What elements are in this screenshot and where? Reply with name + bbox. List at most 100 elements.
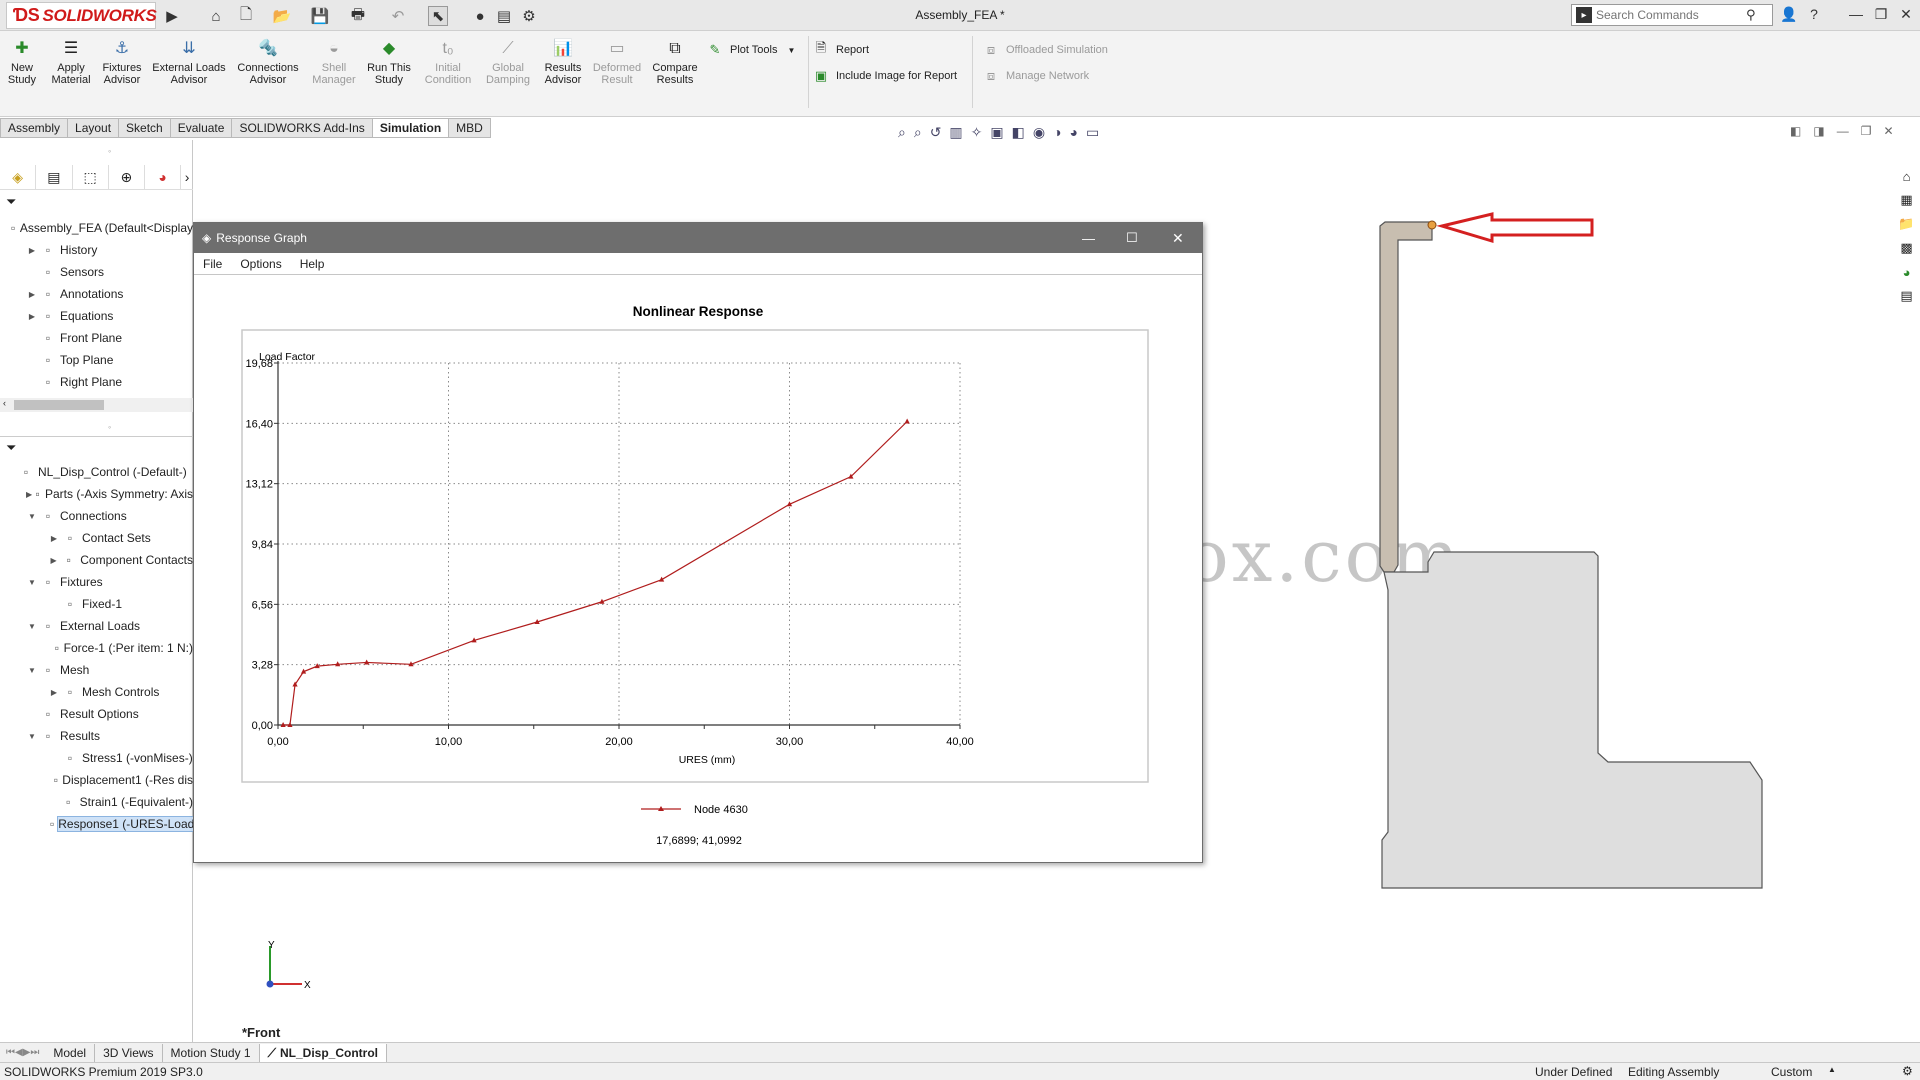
display-style-icon[interactable]: ◧ [1012,124,1025,141]
external-loads-advisor-button[interactable]: ⇊ External Loads Advisor [150,38,228,87]
viewport-minimize-icon[interactable]: — [1837,124,1849,138]
section-view-icon[interactable]: ▥ [949,124,962,141]
units-chevron-up-icon[interactable]: ▲ [1828,1065,1836,1074]
traffic-light-icon[interactable]: ● [470,6,490,26]
custom-properties-icon[interactable]: ▤ [1896,285,1918,307]
solidworks-resources-icon[interactable]: ⌂ [1896,165,1918,187]
tree-item[interactable]: ▫ Strain1 (-Equivalent-) [0,791,193,813]
tab-sketch[interactable]: Sketch [119,118,171,138]
filter-icon[interactable]: ⏷ [6,440,16,456]
plot-tools-button[interactable]: ✎ Plot Tools ▼ [706,41,796,59]
rebuild-icon[interactable]: ⚙ [1902,1064,1913,1078]
expand-right-icon[interactable]: ◨ [1813,124,1824,138]
zoom-to-fit-icon[interactable]: ⌕ [898,124,906,141]
dynamic-annotation-icon[interactable]: ✧ [971,124,983,141]
tree-item[interactable]: ▶ ▫ Component Contacts [0,549,193,571]
tree-item[interactable]: ▼ ▫ Fixtures [0,571,193,593]
tree-item[interactable]: ▶ ▫ Mesh Controls [0,681,193,703]
shell-manager-button[interactable]: ◒ Shell Manager [306,38,362,87]
splitter-grip-icon[interactable]: ◦ [108,146,111,156]
viewport-restore-icon[interactable]: ❐ [1861,124,1872,138]
tree-item[interactable]: ▫ Top Plane [0,349,193,371]
user-icon[interactable]: 👤 [1778,6,1800,23]
tab-assembly[interactable]: Assembly [0,118,69,138]
view-palette-icon[interactable]: ▩ [1896,237,1918,259]
minimize-icon[interactable]: — [1845,6,1867,22]
apply-scene-icon[interactable]: ◕ [1070,124,1078,141]
expand-arrow-icon[interactable]: ▶ [26,490,32,499]
connections-advisor-button[interactable]: 🔩 Connections Advisor [232,38,304,87]
deformed-result-button[interactable]: ▭ Deformed Result [590,38,644,87]
tab-model[interactable]: Model [45,1043,96,1062]
view-settings-icon[interactable]: ▭ [1086,124,1099,141]
fixtures-advisor-button[interactable]: ⚓ Fixtures Advisor [98,38,146,87]
viewport-close-icon[interactable]: ✕ [1883,124,1893,138]
collapse-arrow-icon[interactable]: ▼ [26,622,38,631]
graph-close-icon[interactable]: ✕ [1172,230,1184,247]
expand-arrow-icon[interactable]: ▶ [48,688,60,697]
save-icon[interactable]: 💾 [310,6,330,26]
help-icon[interactable]: ? [1803,6,1825,22]
tree-item[interactable]: ▶ ▫ Contact Sets [0,527,193,549]
splitter-grip-icon[interactable]: ◦ [108,422,111,432]
home-icon[interactable]: ⌂ [206,6,226,26]
tab-nl-disp-control[interactable]: ⟋ NL_Disp_Control [259,1043,388,1062]
tree-item[interactable]: ▶ ▫ Annotations [0,283,193,305]
tree-item[interactable]: ▼ ▫ Connections [0,505,193,527]
options-gear-icon[interactable]: ⚙ [519,6,539,26]
expand-arrow-icon[interactable]: ▶ [26,290,38,299]
collapse-arrow-icon[interactable]: ▼ [26,666,38,675]
zoom-to-area-icon[interactable]: ⌕ [914,124,922,141]
tree-item[interactable]: ▫ Front Plane [0,327,193,349]
chevron-down-icon[interactable]: ▼ [788,46,796,55]
appearances-icon[interactable]: ◕ [1896,261,1918,283]
collapse-arrow-icon[interactable]: ▼ [26,578,38,587]
tree-item[interactable]: ▫ Fixed-1 [0,593,193,615]
select-cursor-icon[interactable]: ⬉ [428,6,448,26]
file-properties-icon[interactable]: ▤ [494,6,514,26]
close-icon[interactable]: ✕ [1895,6,1917,23]
response-graph-titlebar[interactable]: ◈ Response Graph — ☐ ✕ [194,223,1202,253]
scrollbar-thumb[interactable] [14,400,104,410]
tree-scrollbar[interactable]: ‹ [0,398,193,412]
tree-item[interactable]: ▶ ▫ Parts (-Axis Symmetry: Axis [0,483,193,505]
offloaded-simulation-button[interactable]: ⧈ Offloaded Simulation [982,41,1108,59]
collapse-arrow-icon[interactable]: ▼ [26,732,38,741]
tab-layout[interactable]: Layout [68,118,120,138]
print-icon[interactable]: 🖶 [348,6,368,26]
chevron-right-icon[interactable]: › [181,165,193,189]
tab-3d-views[interactable]: 3D Views [95,1043,163,1062]
collapse-left-icon[interactable]: ◧ [1790,124,1801,138]
open-folder-icon[interactable]: 📂 [272,6,292,26]
manage-network-button[interactable]: ⧈ Manage Network [982,67,1089,85]
expand-arrow-icon[interactable]: ▶ [48,534,60,543]
hide-show-items-icon[interactable]: ◉ [1033,124,1045,141]
tree-item[interactable]: ▫ Assembly_FEA (Default<Display [0,217,193,239]
tree-item[interactable]: ▫ Result Options [0,703,193,725]
tree-item[interactable]: ▫ Right Plane [0,371,193,393]
compare-results-button[interactable]: ⧉ Compare Results [646,38,704,87]
tree-item[interactable]: ▼ ▫ Mesh [0,659,193,681]
tree-item[interactable]: ▶ ▫ History [0,239,193,261]
tab-addins[interactable]: SOLIDWORKS Add-Ins [232,118,373,138]
report-button[interactable]: 🗎 Report [812,40,869,59]
expand-arrow-icon[interactable]: ▶ [26,312,38,321]
expand-arrow-icon[interactable]: ▶ [26,246,38,255]
display-manager-icon[interactable]: ◕ [145,165,182,189]
tab-evaluate[interactable]: Evaluate [170,118,233,138]
file-explorer-icon[interactable]: 📁 [1896,213,1918,235]
global-damping-button[interactable]: ⟋ Global Damping [480,38,536,87]
tree-item[interactable]: ▫ NL_Disp_Control (-Default-) [0,461,193,483]
menu-file[interactable]: File [194,257,231,271]
initial-condition-button[interactable]: t₀ Initial Condition [418,38,478,87]
include-image-report-button[interactable]: ▣ Include Image for Report [812,67,957,85]
edit-appearance-icon[interactable]: ◑ [1053,124,1061,141]
search-input[interactable] [1596,8,1746,22]
tab-mbd[interactable]: MBD [449,118,491,138]
tree-item[interactable]: ▫ Response1 (-URES-Load [0,813,193,835]
tree-item[interactable]: ▫ Force-1 (:Per item: 1 N:) [0,637,193,659]
view-orientation-icon[interactable]: ▣ [990,124,1003,141]
tree-item[interactable]: ▼ ▫ Results [0,725,193,747]
menu-options[interactable]: Options [231,257,290,271]
graph-maximize-icon[interactable]: ☐ [1126,230,1138,246]
